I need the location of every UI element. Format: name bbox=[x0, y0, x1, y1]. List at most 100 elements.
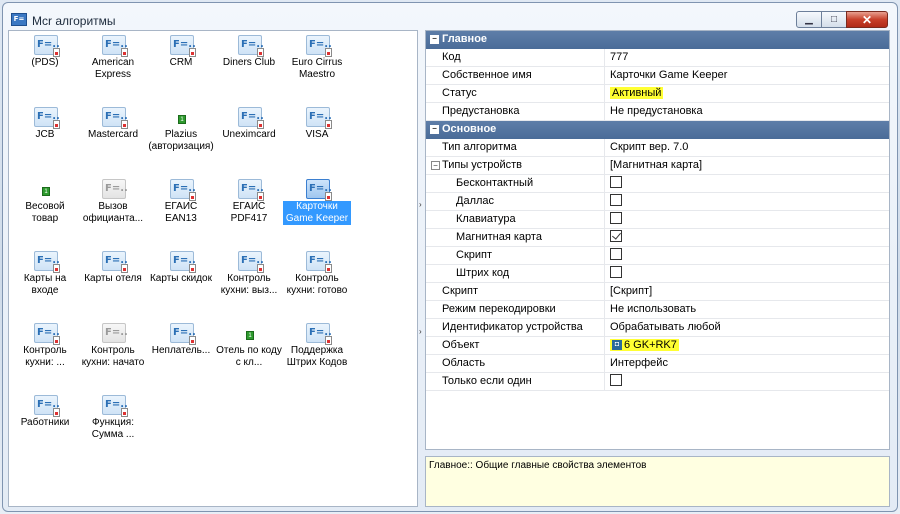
algorithm-item[interactable]: F=.. JCB bbox=[11, 107, 79, 165]
collapse-icon[interactable]: − bbox=[430, 125, 439, 134]
prop-value[interactable]: Карточки Game Keeper bbox=[606, 67, 889, 85]
formula-icon: F=.. bbox=[306, 323, 332, 345]
object-value-text: 6 GK+RK7 bbox=[624, 339, 677, 351]
prop-row-dallas[interactable]: Даллас bbox=[426, 193, 889, 211]
algorithm-item[interactable]: F=.. VISA bbox=[283, 107, 351, 165]
prop-row-algtype[interactable]: Тип алгоритма Скрипт вер. 7.0 bbox=[426, 139, 889, 157]
prop-name: Режим перекодировки bbox=[426, 301, 605, 319]
dallas-checkbox[interactable] bbox=[610, 194, 622, 207]
object-value-highlight: ◘ 6 GK+RK7 bbox=[610, 339, 679, 351]
formula-icon: F=.. bbox=[238, 35, 264, 57]
status-value-highlight: Активный bbox=[610, 87, 664, 99]
prop-value[interactable]: ◘ 6 GK+RK7 bbox=[606, 337, 889, 355]
algorithm-item-label: Поддержка Штрих Кодов bbox=[286, 345, 348, 368]
collapse-arrow-icon[interactable]: › bbox=[419, 200, 422, 209]
prop-row-contactless[interactable]: Бесконтактный bbox=[426, 175, 889, 193]
algorithm-item[interactable]: F=.. American Express bbox=[79, 35, 147, 93]
algorithm-item[interactable]: F=.. CRM bbox=[147, 35, 215, 93]
prop-name: Предустановка bbox=[426, 103, 605, 121]
algorithm-item[interactable]: F=.. ЕГАИС PDF417 bbox=[215, 179, 283, 237]
minimize-button[interactable]: ▁ bbox=[796, 11, 822, 28]
algorithm-item[interactable]: F=.. Вызов официанта... bbox=[79, 179, 147, 237]
prop-value[interactable]: Активный bbox=[606, 85, 889, 103]
algorithm-item[interactable]: F=.. Карты скидок bbox=[147, 251, 215, 309]
algorithm-item[interactable]: F=.. Контроль кухни: готово bbox=[283, 251, 351, 309]
algorithm-item[interactable]: F=.. Поддержка Штрих Кодов bbox=[283, 323, 351, 381]
algorithm-item[interactable]: F=.. Mastercard bbox=[79, 107, 147, 165]
collapse-icon[interactable]: − bbox=[431, 161, 440, 170]
disabled-formula-icon: F=.. bbox=[102, 179, 128, 199]
prop-name: Тип алгоритма bbox=[426, 139, 605, 157]
algorithm-item[interactable]: F=.. Uneximcard bbox=[215, 107, 283, 165]
algorithm-item-label: Контроль кухни: ... bbox=[23, 345, 67, 368]
algorithm-item-label: Функция: Сумма ... bbox=[91, 417, 135, 440]
algorithm-item-label: CRM bbox=[169, 57, 193, 68]
onlyone-checkbox[interactable] bbox=[610, 374, 622, 387]
algorithm-item-label: American Express bbox=[91, 57, 135, 80]
prop-value[interactable]: Скрипт вер. 7.0 bbox=[606, 139, 889, 157]
algorithm-item[interactable]: F=.. Контроль кухни: выз... bbox=[215, 251, 283, 309]
prop-name: Только если один bbox=[426, 373, 605, 391]
prop-row-object[interactable]: Объект ◘ 6 GK+RK7 bbox=[426, 337, 889, 355]
algorithm-item[interactable]: 1 Отель по коду с кл... bbox=[215, 323, 283, 381]
prop-value[interactable]: Интерфейс bbox=[606, 355, 889, 373]
maximize-button[interactable]: □ bbox=[821, 11, 847, 28]
prop-value[interactable]: [Магнитная карта] bbox=[606, 157, 889, 175]
title-bar[interactable]: F= Mcr алгоритмы ▁ □ ✕ bbox=[3, 3, 897, 33]
prop-name: Даллас bbox=[426, 193, 605, 211]
prop-row-script[interactable]: Скрипт [Скрипт] bbox=[426, 283, 889, 301]
algorithm-item[interactable]: F=.. Неплатель... bbox=[147, 323, 215, 381]
prop-value[interactable]: [Скрипт] bbox=[606, 283, 889, 301]
prop-row-status[interactable]: Статус Активный bbox=[426, 85, 889, 103]
prop-row-onlyone[interactable]: Только если один bbox=[426, 373, 889, 391]
algorithm-item[interactable]: 1 Plazius (авторизация) bbox=[147, 107, 215, 165]
algorithm-item[interactable]: 1 Весовой товар bbox=[11, 179, 79, 237]
algorithm-item[interactable]: F=.. Карты на входе bbox=[11, 251, 79, 309]
prop-row-name[interactable]: Собственное имя Карточки Game Keeper bbox=[426, 67, 889, 85]
algorithm-item[interactable]: F=.. (PDS) bbox=[11, 35, 79, 93]
prop-name: Код bbox=[426, 49, 605, 67]
prop-row-script-sub[interactable]: Скрипт bbox=[426, 247, 889, 265]
algorithm-item-label: Весовой товар bbox=[25, 201, 65, 224]
algorithm-item[interactable]: F=.. Diners Club bbox=[215, 35, 283, 93]
prop-row-barcode[interactable]: Штрих код bbox=[426, 265, 889, 283]
algorithm-item[interactable]: F=.. Карточки Game Keeper bbox=[283, 179, 351, 237]
category-main[interactable]: − Главное bbox=[426, 31, 889, 49]
green-script-icon: 1 bbox=[42, 187, 50, 196]
prop-value[interactable]: 777 bbox=[606, 49, 889, 67]
algorithm-item[interactable]: F=.. Карты отеля bbox=[79, 251, 147, 309]
barcode-checkbox[interactable] bbox=[610, 266, 622, 279]
prop-value[interactable]: Не использовать bbox=[606, 301, 889, 319]
prop-row-area[interactable]: Область Интерфейс bbox=[426, 355, 889, 373]
prop-value[interactable]: Обрабатывать любой bbox=[606, 319, 889, 337]
script-checkbox[interactable] bbox=[610, 248, 622, 261]
collapse-arrow-icon[interactable]: › bbox=[419, 327, 422, 336]
prop-row-keyboard[interactable]: Клавиатура bbox=[426, 211, 889, 229]
prop-value[interactable]: Не предустановка bbox=[606, 103, 889, 121]
formula-icon: F=.. bbox=[102, 107, 128, 129]
prop-value bbox=[606, 247, 889, 265]
contactless-checkbox[interactable] bbox=[610, 176, 622, 189]
close-button[interactable]: ✕ bbox=[846, 11, 888, 28]
algorithm-item[interactable]: F=.. Euro Cirrus Maestro bbox=[283, 35, 351, 93]
prop-row-recode[interactable]: Режим перекодировки Не использовать bbox=[426, 301, 889, 319]
algorithm-item[interactable]: F=.. ЕГАИС EAN13 bbox=[147, 179, 215, 237]
algorithm-list-panel[interactable]: F=.. (PDS) F=.. American Express F=.. CRM F=..… bbox=[8, 30, 418, 507]
algorithm-item[interactable]: F=.. Работники bbox=[11, 395, 79, 453]
prop-row-devtypes[interactable]: − Типы устройств [Магнитная карта] bbox=[426, 157, 889, 175]
formula-icon: F=.. bbox=[102, 395, 128, 417]
formula-icon: F=.. bbox=[34, 35, 60, 57]
prop-row-devid[interactable]: Идентификатор устройства Обрабатывать люб… bbox=[426, 319, 889, 337]
collapse-icon[interactable]: − bbox=[430, 35, 439, 44]
algorithm-item[interactable]: F=.. Контроль кухни: начато bbox=[79, 323, 147, 381]
algorithm-item[interactable]: F=.. Функция: Сумма ... bbox=[79, 395, 147, 453]
formula-icon: F=.. bbox=[170, 323, 196, 345]
prop-row-magcard[interactable]: Магнитная карта bbox=[426, 229, 889, 247]
keyboard-checkbox[interactable] bbox=[610, 212, 622, 225]
prop-row-code[interactable]: Код 777 bbox=[426, 49, 889, 67]
prop-row-preset[interactable]: Предустановка Не предустановка bbox=[426, 103, 889, 121]
magcard-checkbox[interactable] bbox=[610, 230, 622, 243]
algorithm-item[interactable]: F=.. Контроль кухни: ... bbox=[11, 323, 79, 381]
algorithm-item-label: Контроль кухни: выз... bbox=[220, 273, 278, 296]
category-basic[interactable]: − Основное bbox=[426, 121, 889, 139]
